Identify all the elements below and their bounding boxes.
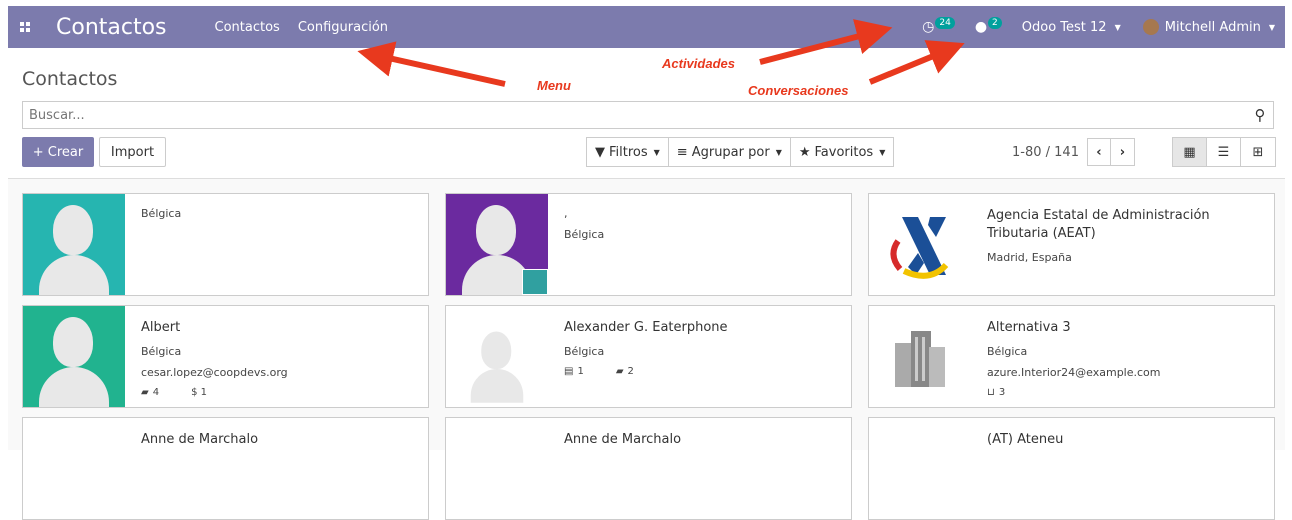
contact-name: Anne de Marchalo	[141, 432, 259, 447]
contact-name: Agencia Estatal de Administración Tribut…	[987, 208, 1210, 241]
star-icon: ★	[798, 144, 811, 160]
contact-card[interactable]: Alexander G. Eaterphone Bélgica ▤ 1 ▰ 2	[445, 305, 852, 408]
favorites-button[interactable]: ★ Favoritos ▼	[791, 138, 894, 166]
aeat-logo	[869, 194, 971, 295]
search-bar: ⚲	[22, 101, 1274, 129]
pager-value[interactable]: 1-80 / 141	[1012, 145, 1079, 160]
filters-label: Filtros	[609, 144, 648, 160]
contact-card[interactable]: (AT) Ateneu	[868, 417, 1275, 520]
groupby-label: Agrupar por	[691, 144, 770, 160]
purchases-stat[interactable]: ⊔ 3	[987, 387, 1021, 398]
contact-name: (AT) Ateneu	[987, 432, 1064, 447]
caret-down-icon: ▼	[1114, 22, 1121, 32]
company-name: Odoo Test 12	[1021, 19, 1107, 35]
building-icon	[869, 306, 971, 407]
groupby-button[interactable]: ≡ Agrupar por ▼	[669, 138, 791, 166]
contact-card[interactable]: , Bélgica	[445, 193, 852, 296]
contact-country: Bélgica	[141, 207, 182, 220]
meetings-stat[interactable]: ▤ 1	[564, 366, 600, 377]
contact-card[interactable]: Agencia Estatal de Administración Tribut…	[868, 193, 1275, 296]
arrow-conversations	[868, 40, 965, 85]
user-name: Mitchell Admin	[1164, 19, 1261, 35]
caret-down-icon: ▼	[653, 147, 660, 157]
messages-badge: 2	[988, 17, 1002, 29]
import-button[interactable]: Import	[99, 137, 166, 167]
contact-name: Alexander G. Eaterphone	[564, 320, 728, 335]
company-avatar	[522, 269, 548, 295]
caret-down-icon: ▼	[775, 147, 782, 157]
company-switcher[interactable]: Odoo Test 12 ▼	[1022, 20, 1121, 35]
create-button[interactable]: + Crear	[22, 137, 94, 167]
calendar-icon: ▤	[564, 366, 574, 377]
filters-button[interactable]: ▼ Filtros ▼	[587, 138, 669, 166]
caret-down-icon: ▼	[879, 147, 886, 157]
caret-down-icon: ▼	[1268, 22, 1275, 32]
user-avatar	[1142, 19, 1159, 35]
kanban-view-icon[interactable]: ▦	[1173, 138, 1207, 166]
contact-email: azure.Interior24@example.com	[987, 366, 1161, 379]
contact-card[interactable]: Anne de Marchalo	[22, 417, 429, 520]
contact-country: Bélgica	[564, 228, 605, 241]
contact-card[interactable]: Albert Bélgica cesar.lopez@coopdevs.org …	[22, 305, 429, 408]
favorites-label: Favoritos	[814, 144, 874, 160]
contact-country: Bélgica	[564, 345, 605, 358]
contact-country: Bélgica	[141, 345, 182, 358]
annotation-activities: Actividades	[662, 56, 735, 71]
arrow-menu	[357, 41, 506, 87]
page-title: Contactos	[22, 68, 118, 90]
contact-avatar	[446, 194, 548, 295]
contact-card[interactable]: Bélgica	[22, 193, 429, 296]
sales-stat[interactable]: $ 1	[191, 387, 207, 398]
list-icon: ≡	[676, 144, 688, 160]
grid-view-icon[interactable]: ⊞	[1241, 138, 1275, 166]
pager-previous-button[interactable]: ‹	[1086, 138, 1111, 166]
search-input[interactable]	[29, 107, 1247, 123]
kanban-view: Bélgica , Bélgica Agencia Estatal de Adm…	[8, 179, 1285, 520]
contact-card[interactable]: Alternativa 3 Bélgica azure.Interior24@e…	[868, 305, 1275, 408]
top-navbar: Contactos Contactos Configuración ◷ 24 ●…	[8, 6, 1285, 48]
contact-avatar	[446, 306, 548, 407]
contact-email: cesar.lopez@coopdevs.org	[141, 366, 288, 379]
apps-menu-icon[interactable]	[8, 6, 42, 48]
contact-avatar	[23, 306, 125, 407]
contact-avatar	[23, 194, 125, 295]
contact-location: Madrid, España	[987, 251, 1072, 264]
contact-country: Bélgica	[987, 345, 1028, 358]
menu-configuracion[interactable]: Configuración	[298, 20, 388, 35]
opportunities-stat[interactable]: ▰ 4	[141, 387, 175, 398]
activities-badge: 24	[935, 17, 955, 29]
annotation-menu: Menu	[537, 78, 571, 93]
view-switcher: ▦ ☰ ⊞	[1172, 137, 1276, 167]
chat-icon: ●	[974, 19, 988, 35]
annotation-conversations: Conversaciones	[748, 83, 849, 98]
search-icon[interactable]: ⚲	[1247, 106, 1273, 124]
opportunities-stat[interactable]: ▰ 2	[616, 366, 650, 377]
filter-icon: ▼	[595, 144, 605, 160]
search-options: ▼ Filtros ▼ ≡ Agrupar por ▼ ★ Favoritos …	[586, 137, 895, 167]
clock-icon: ◷	[922, 19, 935, 35]
user-menu[interactable]: Mitchell Admin ▼	[1142, 19, 1275, 35]
list-view-icon[interactable]: ☰	[1207, 138, 1241, 166]
contact-name: Anne de Marchalo	[564, 432, 682, 447]
pager-next-button[interactable]: ›	[1110, 138, 1135, 166]
contact-name: Alternativa 3	[987, 320, 1071, 335]
contact-name: Albert	[141, 320, 181, 335]
briefcase-icon: ▰	[615, 366, 624, 377]
menu-contactos[interactable]: Contactos	[215, 20, 280, 35]
activities-button[interactable]: ◷ 24	[922, 17, 955, 35]
contact-name: ,	[564, 207, 568, 220]
cart-icon: ⊔	[987, 387, 995, 398]
contact-card[interactable]: Anne de Marchalo	[445, 417, 852, 520]
app-brand[interactable]: Contactos	[56, 15, 167, 40]
pager: 1-80 / 141 ‹ ›	[1012, 137, 1135, 167]
briefcase-icon: ▰	[141, 387, 149, 398]
messages-button[interactable]: ● 2	[974, 17, 1002, 35]
